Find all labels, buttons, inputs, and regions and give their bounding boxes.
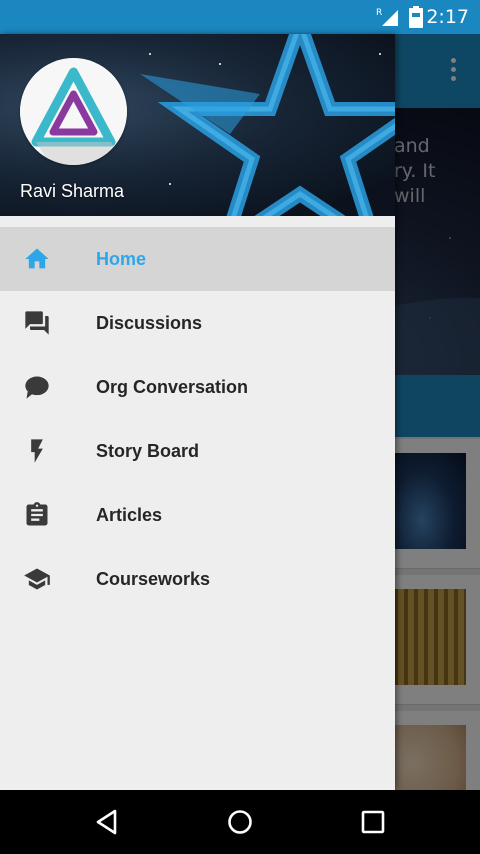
drawer-item-label: Discussions xyxy=(96,313,203,333)
avatar[interactable] xyxy=(20,58,127,165)
status-bar: R 2:17 xyxy=(0,0,480,34)
drawer-item-articles[interactable]: Articles xyxy=(0,483,395,547)
drawer-item-discussions[interactable]: Discussions xyxy=(0,291,395,355)
school-icon xyxy=(23,565,51,593)
battery-icon xyxy=(409,6,423,28)
status-time: 2:17 xyxy=(426,6,469,28)
app-logo xyxy=(20,58,127,165)
home-circle-icon[interactable] xyxy=(226,808,254,836)
home-icon xyxy=(23,245,51,273)
drawer-menu: Home Discussions Org Conversation Story … xyxy=(0,227,395,611)
user-name: Ravi Sharma xyxy=(20,181,125,201)
recents-icon[interactable] xyxy=(359,808,387,836)
drawer-item-courseworks[interactable]: Courseworks xyxy=(0,547,395,611)
flash-icon xyxy=(23,437,51,465)
drawer-item-label: Articles xyxy=(96,505,163,525)
drawer-item-label: Org Conversation xyxy=(96,377,249,397)
drawer-item-label: Home xyxy=(96,249,147,269)
back-icon[interactable] xyxy=(93,808,121,836)
forum-icon xyxy=(23,309,51,337)
signal-icon: R xyxy=(376,8,398,26)
chat-bubble-icon xyxy=(23,373,51,401)
drawer-header: Ravi Sharma xyxy=(0,34,395,216)
drawer-item-label: Story Board xyxy=(96,441,200,461)
drawer-item-home[interactable]: Home xyxy=(0,227,395,291)
system-navigation-bar xyxy=(0,790,480,854)
roaming-indicator: R xyxy=(376,8,382,18)
assignment-icon xyxy=(23,501,51,529)
screen: R 2:17 and ry. It will s xyxy=(0,0,480,854)
drawer-item-label: Courseworks xyxy=(96,569,211,589)
drawer-item-org-conversation[interactable]: Org Conversation xyxy=(0,355,395,419)
navigation-drawer: Ravi Sharma Home Discussions Org Convers… xyxy=(0,34,395,790)
drawer-item-story-board[interactable]: Story Board xyxy=(0,419,395,483)
